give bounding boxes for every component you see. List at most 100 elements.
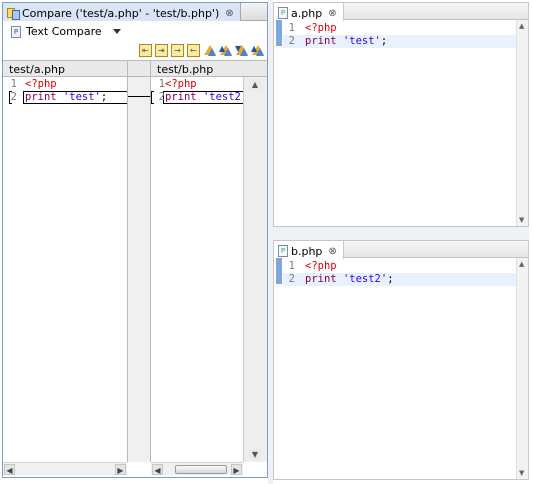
vertical-scrollbar[interactable]: ▲ ▼ (516, 258, 528, 479)
previous-difference-icon[interactable]: ▲ (219, 44, 232, 57)
code-line: 2 print 'test2'; (151, 91, 243, 104)
code-text: print 'test'; (305, 35, 387, 48)
editor-body[interactable]: 1 <?php 2 print 'test'; ▲ ▼ (274, 20, 528, 226)
next-change-icon[interactable]: ▼ (235, 44, 248, 57)
keyword-token: print (165, 91, 197, 103)
previous-change-icon[interactable]: ▲ (251, 44, 264, 57)
code-line: 1 <?php (3, 78, 127, 91)
punct-token: ; (380, 35, 388, 47)
scroll-down-icon[interactable]: ▼ (519, 216, 524, 224)
code-editor[interactable]: 1 <?php 2 print 'test'; (283, 20, 516, 226)
scroll-down-icon[interactable]: ▼ (519, 469, 524, 477)
close-icon[interactable]: ⊗ (225, 8, 233, 19)
close-icon[interactable]: ⊗ (328, 246, 336, 257)
copy-all-right-to-left-icon[interactable]: ⇥ (155, 44, 168, 57)
scroll-down-icon[interactable]: ▼ (249, 449, 261, 460)
editor-tabbar: P a.php ⊗ (274, 3, 528, 21)
code-text: <?php (305, 260, 337, 272)
scroll-right-icon[interactable]: ▶ (231, 464, 242, 475)
line-number: 1 (288, 22, 295, 34)
code-line: 2 print 'test'; (3, 91, 127, 104)
code-text: print 'test2'; (165, 91, 243, 104)
right-file-header: test/b.php (151, 60, 267, 77)
keyword-token: print (305, 273, 337, 285)
line-number: 2 (10, 91, 17, 103)
string-token: 'test' (342, 35, 381, 47)
scroll-up-icon[interactable]: ▲ (519, 22, 524, 30)
scroll-left-icon[interactable]: ◀ (4, 464, 15, 475)
current-code-line: 2 print 'test'; (283, 35, 516, 48)
change-marker (276, 258, 282, 284)
vertical-scrollbar[interactable]: ▲ ▼ (516, 20, 528, 226)
copy-current-left-to-right-icon[interactable]: → (171, 44, 184, 57)
annotation-gutter (274, 258, 283, 479)
line-number: 2 (288, 35, 295, 47)
string-token: 'test2' (202, 91, 243, 103)
code-line: 1 <?php (151, 78, 243, 91)
overview-ruler[interactable]: ▲ ▼ (243, 77, 267, 462)
code-text: print 'test2'; (305, 273, 394, 286)
left-file-header: test/a.php (3, 60, 127, 77)
tab-a-php[interactable]: P a.php ⊗ (274, 3, 344, 21)
scroll-left-icon[interactable]: ◀ (152, 464, 163, 475)
current-code-line: 2 print 'test2'; (283, 273, 516, 286)
line-number: 1 (288, 260, 295, 272)
center-header (127, 60, 151, 77)
annotation-gutter (274, 20, 283, 226)
code-text: <?php (165, 78, 197, 90)
string-token: 'test' (62, 91, 101, 103)
left-code-viewer[interactable]: 1 <?php 2 print 'test'; (3, 77, 127, 462)
text-compare-icon: P (11, 25, 21, 38)
editor-body[interactable]: 1 <?php 2 print 'test2'; ▲ ▼ (274, 258, 528, 479)
left-horizontal-scrollbar[interactable]: ◀ ▶ (3, 462, 127, 475)
punct-token: ; (387, 273, 394, 285)
line-number: 2 (288, 273, 295, 285)
horizontal-sash[interactable] (273, 227, 529, 240)
next-difference-icon[interactable] (203, 44, 216, 57)
string-token: 'test2' (342, 273, 388, 285)
scroll-thumb[interactable] (175, 465, 227, 474)
tab-label: b.php (291, 244, 323, 258)
keyword-token: print (25, 91, 57, 103)
copy-current-right-to-left-icon[interactable]: ← (187, 44, 200, 57)
chevron-down-icon (112, 29, 121, 34)
diff-marker (151, 91, 154, 104)
compare-tabbar: Compare ('test/a.php' - 'test/b.php') ⊗ (3, 3, 267, 21)
code-line: 1 <?php (283, 22, 516, 35)
diff-connector-line (128, 96, 150, 97)
compare-toolbar: P Text Compare ⇤ ⇥ → ← ▲ ▼ ▲ (3, 22, 267, 60)
php-file-icon: P (278, 7, 288, 19)
change-marker (276, 20, 282, 46)
compare-actions: ⇤ ⇥ → ← ▲ ▼ ▲ (139, 44, 264, 57)
code-text: <?php (305, 22, 337, 34)
tab-label: a.php (291, 6, 323, 20)
compare-icon (7, 7, 20, 20)
right-code-viewer[interactable]: 1 <?php 2 print 'test2'; (151, 77, 243, 462)
punct-token: ; (100, 91, 108, 103)
code-text: <?php (25, 78, 57, 90)
keyword-token: print (305, 35, 337, 47)
close-icon[interactable]: ⊗ (328, 8, 336, 19)
tab-b-php[interactable]: P b.php ⊗ (274, 241, 344, 259)
diff-center-gutter (127, 77, 151, 462)
right-horizontal-scrollbar[interactable]: ◀ ▶ (151, 462, 243, 475)
compare-tab-label: Compare ('test/a.php' - 'test/b.php') (22, 6, 220, 20)
editor-a-php: P a.php ⊗ 1 <?php 2 print 'test'; ▲ ▼ (273, 2, 529, 227)
scroll-up-icon[interactable]: ▲ (249, 79, 261, 90)
code-line: 1 <?php (283, 260, 516, 273)
scroll-right-icon[interactable]: ▶ (115, 464, 126, 475)
php-file-icon: P (278, 245, 288, 257)
line-number: 1 (10, 78, 17, 90)
copy-all-left-to-right-icon[interactable]: ⇤ (139, 44, 152, 57)
line-number: 2 (158, 91, 165, 103)
text-compare-dropdown[interactable]: P Text Compare (11, 25, 121, 38)
scroll-up-icon[interactable]: ▲ (519, 260, 524, 268)
editor-tabbar: P b.php ⊗ (274, 241, 528, 259)
compare-editor: Compare ('test/a.php' - 'test/b.php') ⊗ … (2, 2, 268, 478)
text-compare-label: Text Compare (26, 25, 102, 38)
line-number: 1 (158, 78, 165, 90)
editor-b-php: P b.php ⊗ 1 <?php 2 print 'test2'; ▲ ▼ (273, 240, 529, 480)
code-text: print 'test'; (25, 91, 107, 104)
tab-compare[interactable]: Compare ('test/a.php' - 'test/b.php') ⊗ (3, 3, 241, 21)
code-editor[interactable]: 1 <?php 2 print 'test2'; (283, 258, 516, 479)
